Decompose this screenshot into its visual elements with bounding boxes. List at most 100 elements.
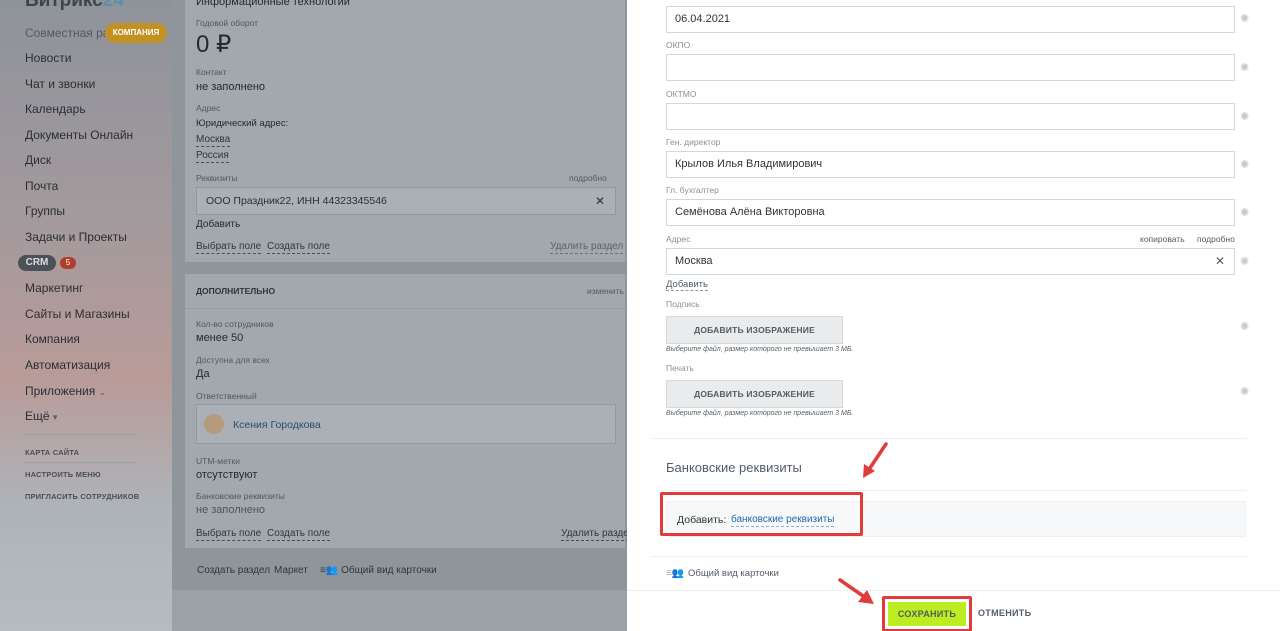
avatar bbox=[204, 414, 224, 434]
choose-field-link[interactable]: Выбрать поле bbox=[196, 241, 262, 254]
market-link[interactable]: Маркет bbox=[274, 565, 308, 577]
delete-section-link[interactable]: Удалить раздел bbox=[550, 241, 624, 254]
stamp-label: Печать bbox=[666, 363, 694, 373]
add-address-link[interactable]: Добавить bbox=[666, 280, 708, 291]
additional-change-link[interactable]: изменить bbox=[587, 286, 624, 296]
available-value: Да bbox=[196, 368, 210, 380]
employees-label: Кол-во сотрудников bbox=[196, 319, 274, 329]
sidebar-invite-link[interactable]: ПРИГЛАСИТЬ СОТРУДНИКОВ bbox=[25, 492, 139, 501]
gear-icon[interactable]: ✺ bbox=[1240, 61, 1249, 74]
sidebar-item-marketing[interactable]: Маркетинг bbox=[25, 281, 83, 295]
sidebar-item-calendar[interactable]: Календарь bbox=[25, 102, 86, 116]
responsible-name[interactable]: Ксения Городкова bbox=[233, 419, 321, 431]
card-view-label: Общий вид карточки bbox=[688, 568, 779, 579]
create-field-link-2[interactable]: Создать поле bbox=[267, 528, 330, 541]
close-icon[interactable]: ✕ bbox=[595, 194, 605, 208]
crm-count-badge: 5 bbox=[60, 257, 76, 269]
sidebar-item-collab[interactable]: Совместная ра bbox=[25, 26, 109, 40]
delete-section-link-2[interactable]: Удалить разде bbox=[561, 528, 629, 541]
requisites-value: ООО Праздник22, ИНН 44323345546 bbox=[206, 195, 387, 207]
action-bar: СОХРАНИТЬ ОТМЕНИТЬ bbox=[627, 590, 1280, 631]
create-field-link[interactable]: Создать поле bbox=[267, 241, 330, 254]
requisites-label: Реквизиты bbox=[196, 173, 238, 183]
gear-icon[interactable]: ✺ bbox=[1240, 255, 1249, 268]
sidebar-divider bbox=[25, 434, 135, 435]
stamp-file-hint: Выберите файл, размер которого не превыш… bbox=[666, 410, 854, 417]
highlight-frame bbox=[660, 492, 863, 536]
section-divider bbox=[651, 556, 1247, 557]
sidebar-item-groups[interactable]: Группы bbox=[25, 204, 65, 218]
sidebar-item-disk[interactable]: Диск bbox=[25, 153, 51, 167]
cancel-button[interactable]: ОТМЕНИТЬ bbox=[978, 608, 1031, 618]
gear-icon[interactable]: ✺ bbox=[1240, 206, 1249, 219]
address-detail-link[interactable]: подробно bbox=[1197, 234, 1235, 244]
users-icon: ≡👥 bbox=[320, 565, 339, 576]
legal-country-link[interactable]: Россия bbox=[196, 150, 229, 163]
requisites-more-link[interactable]: подробно bbox=[569, 173, 607, 183]
company-card-background: Информационные технологии Годовой оборот… bbox=[172, 0, 629, 631]
card-view-link[interactable]: ≡👥 Общий вид карточки bbox=[666, 568, 779, 579]
address-field[interactable]: Москва ✕ bbox=[666, 248, 1235, 275]
additional-title: ДОПОЛНИТЕЛЬНО bbox=[196, 286, 276, 296]
sidebar-item-news[interactable]: Новости bbox=[25, 51, 71, 65]
logo-text: Битрикс bbox=[25, 0, 103, 11]
revenue-label: Годовой оборот bbox=[196, 18, 259, 28]
sidebar-item-tasks[interactable]: Задачи и Проекты bbox=[25, 230, 127, 244]
sidebar-configure-menu[interactable]: НАСТРОИТЬ МЕНЮ bbox=[25, 470, 101, 479]
sidebar-divider bbox=[25, 462, 135, 463]
red-arrow-icon bbox=[838, 578, 874, 604]
signature-file-hint: Выберите файл, размер которого не превыш… bbox=[666, 346, 854, 353]
requisites-add-link[interactable]: Добавить bbox=[196, 219, 240, 230]
save-button[interactable]: СОХРАНИТЬ bbox=[888, 602, 966, 626]
accountant-field[interactable]: Семёнова Алёна Викторовна bbox=[666, 199, 1235, 226]
chevron-down-icon: ⌄ bbox=[98, 387, 107, 397]
section-divider bbox=[185, 308, 625, 309]
create-section-link[interactable]: Создать раздел bbox=[197, 565, 270, 577]
industry-value: Информационные технологии bbox=[196, 0, 350, 8]
okpo-field[interactable] bbox=[666, 54, 1235, 81]
available-label: Доступна для всех bbox=[196, 355, 270, 365]
gear-icon[interactable]: ✺ bbox=[1240, 385, 1249, 398]
gear-icon[interactable]: ✺ bbox=[1240, 158, 1249, 171]
director-label: Ген. директор bbox=[666, 137, 721, 147]
left-sidebar: Битрикс24 Совместная ра КОМПАНИЯ Новости… bbox=[0, 0, 172, 631]
requisites-edit-panel: 06.04.2021 ✺ ОКПО ✺ ОКТМО ✺ Ген. директо… bbox=[627, 0, 1280, 590]
bank-value: не заполнено bbox=[196, 504, 266, 516]
contact-value: не заполнено bbox=[196, 81, 266, 93]
sidebar-item-more[interactable]: Ещё ▾ bbox=[25, 409, 57, 423]
close-icon[interactable]: ✕ bbox=[1215, 249, 1225, 274]
requisites-select[interactable]: ООО Праздник22, ИНН 44323345546 ✕ bbox=[196, 187, 616, 215]
sidebar-item-automation[interactable]: Автоматизация bbox=[25, 358, 110, 372]
address-label: Адрес bbox=[666, 234, 691, 244]
sidebar-item-mail[interactable]: Почта bbox=[25, 179, 58, 193]
sidebar-item-crm[interactable]: CRM bbox=[18, 255, 56, 271]
legal-city-link[interactable]: Москва bbox=[196, 134, 231, 147]
oktmo-field[interactable] bbox=[666, 103, 1235, 130]
responsible-box: Ксения Городкова bbox=[196, 404, 616, 444]
choose-field-link-2[interactable]: Выбрать поле bbox=[196, 528, 262, 541]
add-signature-image-button[interactable]: ДОБАВИТЬ ИЗОБРАЖЕНИЕ bbox=[666, 316, 843, 344]
logo[interactable]: Битрикс24 bbox=[25, 0, 124, 12]
sidebar-item-documents[interactable]: Документы Онлайн bbox=[25, 128, 133, 142]
copy-address-link[interactable]: копировать bbox=[1140, 234, 1185, 244]
gear-icon[interactable]: ✺ bbox=[1240, 320, 1249, 333]
sidebar-item-apps[interactable]: Приложения ⌄ bbox=[25, 384, 106, 398]
okpo-label: ОКПО bbox=[666, 40, 691, 50]
responsible-label: Ответственный bbox=[196, 391, 257, 401]
sidebar-item-sites[interactable]: Сайты и Магазины bbox=[25, 307, 130, 321]
bank-section-title: Банковские реквизиты bbox=[666, 460, 802, 475]
gear-icon[interactable]: ✺ bbox=[1240, 110, 1249, 123]
main-section: Информационные технологии Годовой оборот… bbox=[185, 0, 625, 262]
revenue-value: 0 ₽ bbox=[196, 31, 232, 58]
sidebar-item-chat[interactable]: Чат и звонки bbox=[25, 77, 95, 91]
director-field[interactable]: Крылов Илья Владимирович bbox=[666, 151, 1235, 178]
utm-label: UTM-метки bbox=[196, 456, 240, 466]
gear-icon[interactable]: ✺ bbox=[1240, 12, 1249, 25]
date-field[interactable]: 06.04.2021 bbox=[666, 6, 1235, 33]
company-badge[interactable]: КОМПАНИЯ bbox=[105, 23, 167, 43]
add-stamp-image-button[interactable]: ДОБАВИТЬ ИЗОБРАЖЕНИЕ bbox=[666, 380, 843, 408]
employees-value: менее 50 bbox=[196, 332, 244, 344]
card-view-link[interactable]: ≡👥 Общий вид карточки bbox=[320, 565, 437, 577]
sidebar-item-company[interactable]: Компания bbox=[25, 332, 80, 346]
sidebar-sitemap-link[interactable]: КАРТА САЙТА bbox=[25, 448, 79, 457]
